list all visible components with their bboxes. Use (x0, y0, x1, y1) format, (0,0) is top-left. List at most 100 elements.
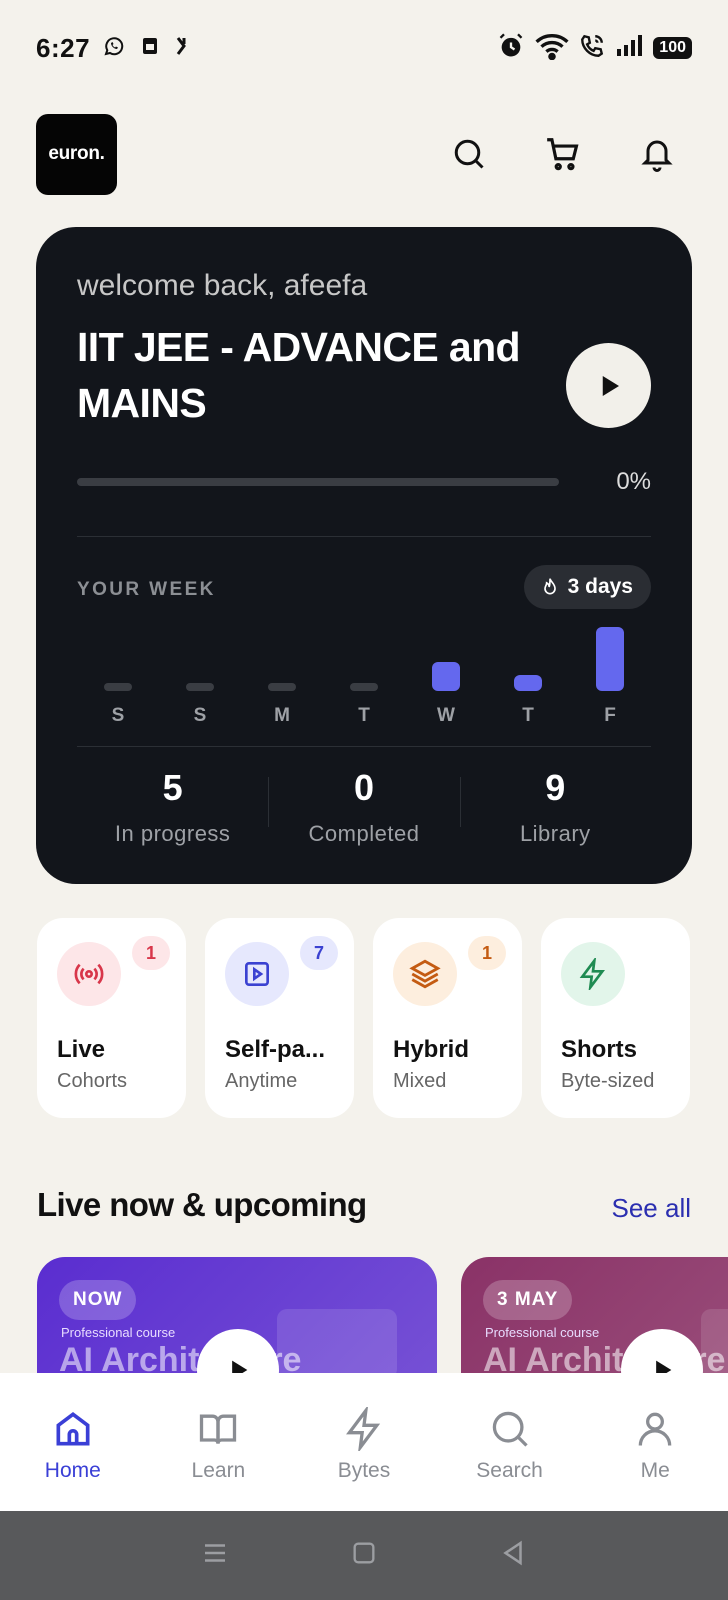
call-icon (579, 33, 605, 64)
nav-learn[interactable]: Learn (146, 1373, 292, 1511)
category-subtitle: Byte-sized (561, 1070, 655, 1092)
stat-label: Library (519, 821, 591, 846)
alarm-icon (497, 32, 525, 65)
day-label: W (437, 705, 455, 726)
day-activity-bar (186, 683, 214, 691)
logo-text: euron. (48, 143, 105, 164)
day-activity-bar (104, 683, 132, 691)
day-label: T (358, 705, 370, 726)
category-title: Shorts (561, 1036, 638, 1063)
category-subtitle: Anytime (225, 1070, 298, 1092)
home-system-button[interactable] (350, 1539, 378, 1572)
system-navigation-bar (0, 1511, 728, 1600)
nav-home[interactable]: Home (0, 1373, 146, 1511)
nav-search[interactable]: Search (437, 1373, 583, 1511)
progress-percent: 0% (616, 468, 651, 495)
course-title: IIT JEE - ADVANCE and MAINS (77, 324, 521, 426)
course-stats: 5 In progress 0 Completed 9 Library (77, 757, 651, 867)
divider (77, 536, 651, 537)
bolt-icon (561, 942, 625, 1006)
nav-bytes[interactable]: Bytes (291, 1373, 437, 1511)
category-hybrid[interactable]: 1 Hybrid Mixed (373, 918, 522, 1118)
resume-play-button[interactable] (566, 343, 651, 428)
section-title: Live now & upcoming (37, 1186, 367, 1223)
live-courses-carousel[interactable]: NOW Professional course AI Architecture … (37, 1257, 728, 1373)
app-logo[interactable]: euron. (36, 113, 117, 195)
day-column: W (426, 607, 466, 727)
day-label: M (274, 705, 290, 726)
menu-icon (205, 1544, 225, 1562)
day-label: T (522, 705, 534, 726)
live-course-card[interactable]: NOW Professional course AI Architecture (37, 1257, 437, 1373)
sim-icon (138, 34, 162, 63)
search-icon (454, 139, 484, 169)
play-icon (232, 1360, 248, 1373)
status-bar: 6:27 100 (0, 0, 728, 96)
streak-badge: 3 days (523, 565, 651, 609)
count-badge: 7 (300, 936, 338, 970)
course-type: Professional course (485, 1325, 600, 1340)
app-notification-icon (174, 34, 190, 63)
day-activity-bar (350, 683, 378, 691)
count-badge: 1 (468, 936, 506, 970)
nav-label: Me (640, 1459, 670, 1482)
wifi-icon (535, 32, 569, 65)
category-shorts[interactable]: Shorts Byte-sized (541, 918, 690, 1118)
count-badge: 1 (132, 936, 170, 970)
day-column: S (180, 607, 220, 727)
battery-indicator: 100 (653, 37, 692, 59)
play-icon (602, 375, 619, 396)
nav-label: Learn (191, 1459, 246, 1482)
welcome-text: welcome back, afeefa (77, 269, 368, 302)
day-column: T (508, 607, 548, 727)
category-live[interactable]: 1 Live Cohorts (37, 918, 186, 1118)
play-square-icon (225, 942, 289, 1006)
day-column: S (98, 607, 138, 727)
play-button[interactable] (197, 1329, 279, 1373)
home-icon (56, 1412, 90, 1446)
day-activity-bar (514, 675, 542, 691)
back-triangle-icon (503, 1540, 522, 1566)
bell-icon (641, 140, 673, 172)
search-button[interactable] (449, 134, 489, 174)
back-system-button[interactable] (498, 1538, 528, 1573)
course-progress-bar (77, 478, 559, 486)
stat-value: 9 (545, 767, 566, 808)
play-button[interactable] (621, 1329, 703, 1373)
category-self-paced[interactable]: 7 Self-pa... Anytime (205, 918, 354, 1118)
category-title: Self-pa... (225, 1036, 326, 1063)
see-all-link[interactable]: See all (612, 1193, 692, 1224)
weekly-activity-chart: SSMTWTF (77, 607, 651, 727)
nav-me[interactable]: Me (582, 1373, 728, 1511)
live-course-card[interactable]: 3 MAY Professional course AI Architectur… (461, 1257, 728, 1373)
stat-completed[interactable]: 0 Completed (268, 757, 459, 867)
category-subtitle: Cohorts (57, 1070, 128, 1092)
streak-text: 3 days (567, 575, 633, 598)
category-title: Live (57, 1036, 106, 1063)
stat-value: 0 (353, 767, 374, 808)
cart-button[interactable] (543, 134, 583, 174)
cart-icon (547, 138, 579, 171)
play-icon (656, 1360, 672, 1373)
day-label: S (111, 705, 125, 726)
bolt-icon (346, 1407, 381, 1451)
recent-apps-button[interactable] (200, 1538, 230, 1573)
search-icon (492, 1411, 528, 1447)
flame-icon (543, 578, 556, 595)
whatsapp-icon (102, 34, 126, 63)
course-type: Professional course (61, 1325, 176, 1340)
nav-label: Home (44, 1459, 101, 1482)
schedule-badge: NOW (59, 1280, 137, 1320)
continue-learning-card[interactable]: welcome back, afeefa IIT JEE - ADVANCE a… (36, 227, 692, 884)
signal-icon (615, 34, 643, 63)
category-tiles: 1 Live Cohorts 7 Self-pa... Anytime 1 Hy… (37, 918, 691, 1118)
stat-label: Completed (308, 821, 420, 846)
day-column: M (262, 607, 302, 727)
day-column: T (344, 607, 384, 727)
schedule-badge: 3 MAY (483, 1280, 573, 1320)
notifications-button[interactable] (637, 134, 677, 174)
week-label: YOUR WEEK (77, 579, 216, 600)
stat-in-progress[interactable]: 5 In progress (77, 757, 268, 867)
stat-library[interactable]: 9 Library (459, 757, 651, 867)
day-activity-bar (596, 627, 624, 691)
